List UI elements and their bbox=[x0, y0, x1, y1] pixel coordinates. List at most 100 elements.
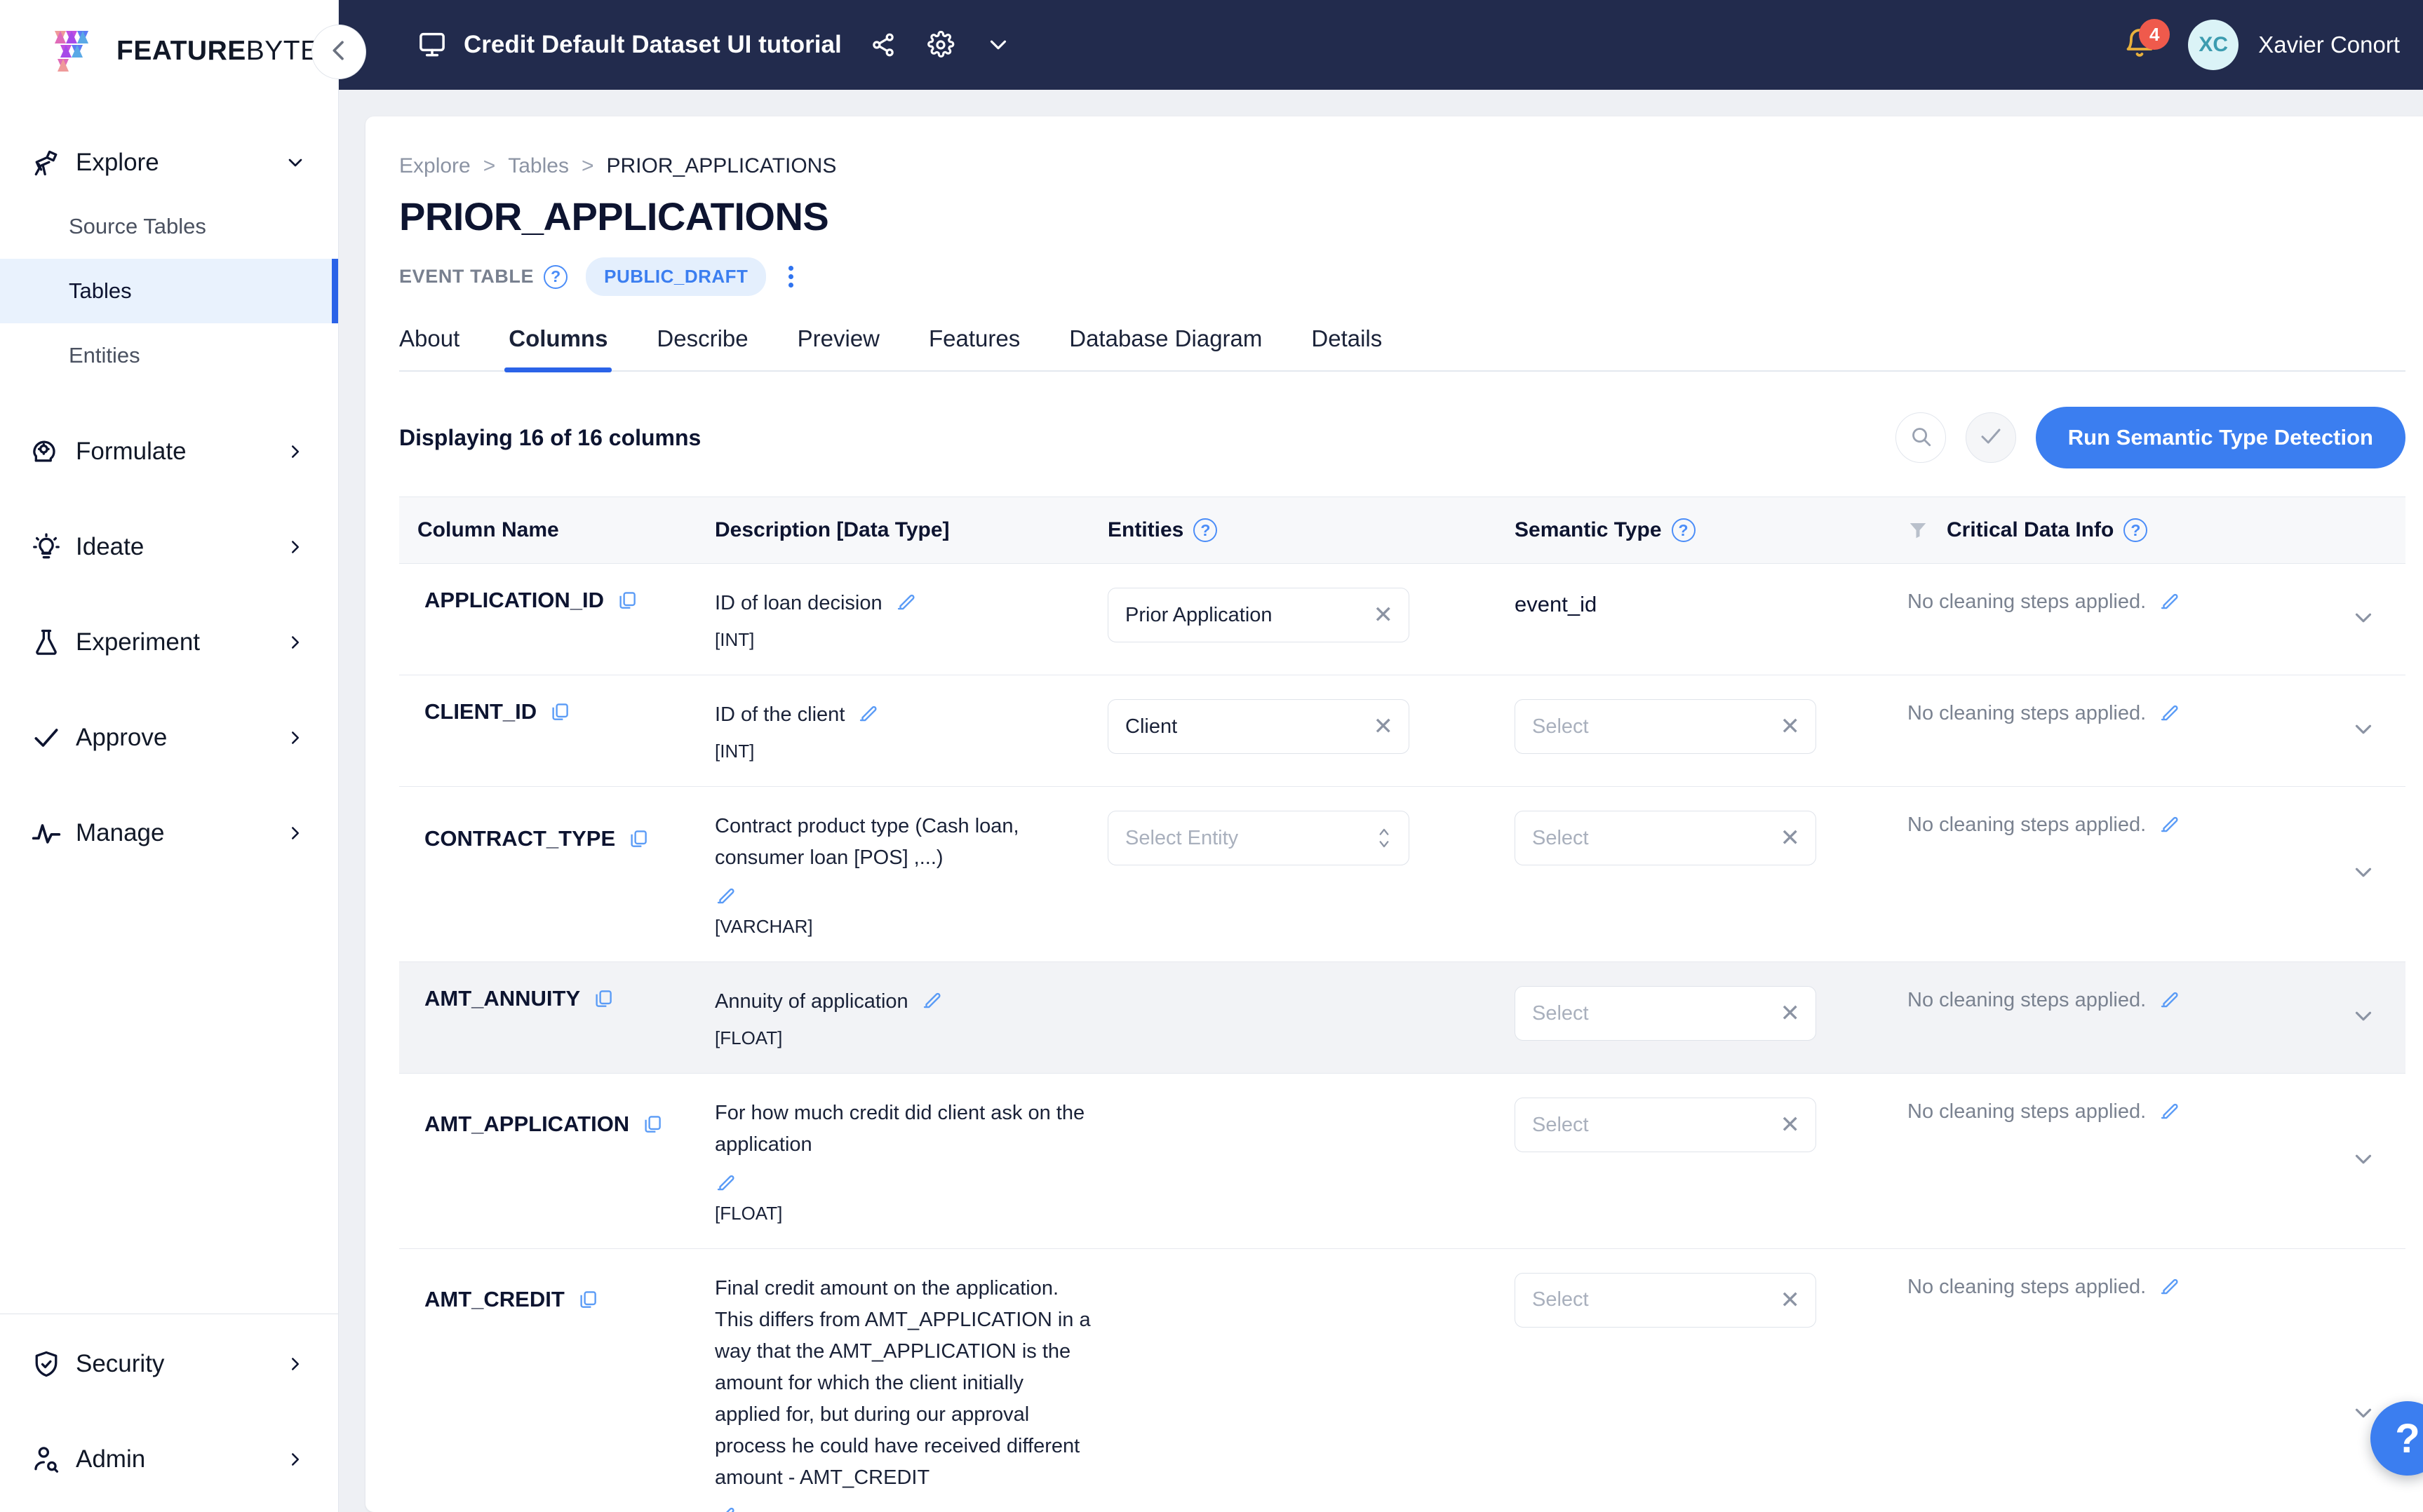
brand-logo[interactable]: FEATUREBYTE bbox=[0, 0, 338, 102]
entity-value: Prior Application bbox=[1125, 603, 1273, 626]
copy-icon[interactable] bbox=[617, 590, 638, 611]
semantic-type-select[interactable]: Select ✕ bbox=[1515, 811, 1816, 866]
table-row[interactable]: APPLICATION_ID ID of loan decision [INT]… bbox=[399, 563, 2405, 676]
chevron-updown-icon[interactable] bbox=[1375, 824, 1393, 852]
description-text: ID of the client bbox=[715, 703, 845, 727]
chevron-down-icon[interactable] bbox=[2350, 1003, 2377, 1030]
edit-pencil-icon[interactable] bbox=[2159, 814, 2180, 835]
edit-pencil-icon[interactable] bbox=[921, 990, 942, 1011]
table-row[interactable]: AMT_ANNUITY Annuity of application [FLOA… bbox=[399, 961, 2405, 1074]
question-circle-icon[interactable]: ? bbox=[544, 264, 568, 289]
sidebar-item-ideate[interactable]: Ideate bbox=[0, 515, 338, 579]
edit-pencil-icon[interactable] bbox=[857, 703, 878, 724]
more-vertical-icon[interactable] bbox=[780, 262, 802, 292]
question-circle-icon[interactable]: ? bbox=[1671, 518, 1696, 543]
share-icon[interactable] bbox=[867, 29, 899, 61]
sidebar-item-security[interactable]: Security bbox=[0, 1332, 338, 1396]
entity-select[interactable]: Client ✕ bbox=[1108, 699, 1409, 755]
sidebar-item-tables[interactable]: Tables bbox=[0, 259, 338, 323]
edit-pencil-icon[interactable] bbox=[2159, 1276, 2180, 1297]
sidebar-item-experiment[interactable]: Experiment bbox=[0, 611, 338, 674]
entity-select[interactable]: Select Entity bbox=[1108, 811, 1409, 866]
description-text: For how much credit did client ask on th… bbox=[715, 1102, 1085, 1156]
semantic-type-select[interactable]: Select ✕ bbox=[1515, 1272, 1816, 1328]
sidebar-item-label: Formulate bbox=[76, 438, 187, 465]
tab-database-diagram[interactable]: Database Diagram bbox=[1069, 325, 1262, 370]
chevron-down-icon[interactable] bbox=[982, 29, 1014, 61]
question-circle-icon[interactable]: ? bbox=[2123, 518, 2148, 543]
copy-icon[interactable] bbox=[642, 1114, 663, 1135]
sidebar-item-source-tables[interactable]: Source Tables bbox=[0, 194, 338, 259]
table-row[interactable]: AMT_CREDIT Final credit amount on the ap… bbox=[399, 1248, 2405, 1512]
cell-column-name: AMT_APPLICATION bbox=[399, 1073, 708, 1249]
close-x-icon[interactable]: ✕ bbox=[1374, 603, 1394, 627]
semantic-type-select[interactable]: Select ✕ bbox=[1515, 1098, 1816, 1153]
th-label: Critical Data Info bbox=[1947, 518, 2114, 542]
chevron-down-icon[interactable] bbox=[2350, 605, 2377, 631]
entity-select[interactable]: Prior Application ✕ bbox=[1108, 588, 1409, 643]
critical-data-info-text: No cleaning steps applied. bbox=[1907, 590, 2147, 614]
approve-check-button[interactable] bbox=[1965, 412, 2016, 464]
cell-critical-data-info: No cleaning steps applied. bbox=[1900, 961, 2321, 1074]
close-x-icon[interactable]: ✕ bbox=[1780, 1288, 1801, 1312]
close-x-icon[interactable]: ✕ bbox=[1374, 715, 1394, 738]
copy-icon[interactable] bbox=[577, 1289, 598, 1310]
notifications-button[interactable]: 4 bbox=[2121, 19, 2170, 64]
sidebar-item-approve[interactable]: Approve bbox=[0, 706, 338, 769]
gear-icon[interactable] bbox=[925, 29, 957, 61]
table-row[interactable]: CLIENT_ID ID of the client [INT] Client … bbox=[399, 675, 2405, 788]
close-x-icon[interactable]: ✕ bbox=[1780, 715, 1801, 738]
tab-details[interactable]: Details bbox=[1311, 325, 1382, 370]
edit-pencil-icon[interactable] bbox=[2159, 989, 2180, 1010]
chevron-left-icon bbox=[325, 36, 353, 68]
edit-pencil-icon[interactable] bbox=[2159, 1100, 2180, 1121]
sidebar-item-formulate[interactable]: Formulate bbox=[0, 420, 338, 483]
edit-pencil-icon[interactable] bbox=[715, 1172, 736, 1193]
question-circle-icon[interactable]: ? bbox=[1193, 518, 1218, 543]
run-semantic-type-detection-button[interactable]: Run Semantic Type Detection bbox=[2035, 407, 2405, 469]
copy-icon[interactable] bbox=[628, 828, 649, 849]
copy-icon[interactable] bbox=[593, 988, 614, 1009]
edit-pencil-icon[interactable] bbox=[715, 885, 736, 906]
close-x-icon[interactable]: ✕ bbox=[1780, 1113, 1801, 1137]
table-row[interactable]: AMT_APPLICATION For how much credit did … bbox=[399, 1073, 2405, 1249]
tab-preview[interactable]: Preview bbox=[798, 325, 880, 370]
chevron-down-icon[interactable] bbox=[2350, 859, 2377, 886]
edit-pencil-icon[interactable] bbox=[2159, 590, 2180, 612]
search-button[interactable] bbox=[1895, 412, 1946, 464]
tab-describe[interactable]: Describe bbox=[657, 325, 748, 370]
content-area: Explore > Tables > PRIOR_APPLICATIONS PR… bbox=[339, 90, 2423, 1512]
edit-pencil-icon[interactable] bbox=[715, 1504, 736, 1512]
breadcrumb-separator: > bbox=[483, 154, 496, 178]
close-x-icon[interactable]: ✕ bbox=[1780, 1001, 1801, 1025]
cell-expand bbox=[2321, 1073, 2405, 1249]
breadcrumb-item-explore[interactable]: Explore bbox=[399, 154, 471, 178]
tab-columns[interactable]: Columns bbox=[504, 325, 612, 373]
sidebar-item-entities[interactable]: Entities bbox=[0, 323, 338, 388]
avatar[interactable]: XC bbox=[2188, 20, 2239, 71]
sidebar-item-explore[interactable]: Explore bbox=[0, 131, 338, 194]
close-x-icon[interactable]: ✕ bbox=[1780, 826, 1801, 850]
sidebar-item-admin[interactable]: Admin bbox=[0, 1428, 338, 1491]
semantic-type-select[interactable]: Select ✕ bbox=[1515, 699, 1816, 755]
sidebar-item-label: Approve bbox=[76, 724, 168, 751]
tab-features[interactable]: Features bbox=[929, 325, 1020, 370]
th-label: Column Name bbox=[417, 518, 559, 542]
filter-icon[interactable] bbox=[1907, 519, 1928, 541]
semantic-type-select[interactable]: Select ✕ bbox=[1515, 986, 1816, 1041]
chevron-down-icon[interactable] bbox=[2350, 1400, 2377, 1426]
copy-icon[interactable] bbox=[549, 701, 570, 722]
edit-pencil-icon[interactable] bbox=[895, 591, 916, 612]
cell-column-name: AMT_CREDIT bbox=[399, 1248, 708, 1512]
cell-description: ID of the client [INT] bbox=[708, 675, 1101, 788]
sidebar-item-manage[interactable]: Manage bbox=[0, 802, 338, 865]
critical-data-info-text: No cleaning steps applied. bbox=[1907, 814, 2147, 837]
tab-about[interactable]: About bbox=[399, 325, 459, 370]
content-card: Explore > Tables > PRIOR_APPLICATIONS PR… bbox=[365, 116, 2423, 1512]
sidebar-collapse-button[interactable] bbox=[311, 25, 366, 79]
edit-pencil-icon[interactable] bbox=[2159, 702, 2180, 723]
breadcrumb-item-tables[interactable]: Tables bbox=[508, 154, 569, 178]
table-row[interactable]: CONTRACT_TYPE Contract product type (Cas… bbox=[399, 786, 2405, 963]
chevron-down-icon[interactable] bbox=[2350, 1146, 2377, 1173]
chevron-down-icon[interactable] bbox=[2350, 716, 2377, 743]
